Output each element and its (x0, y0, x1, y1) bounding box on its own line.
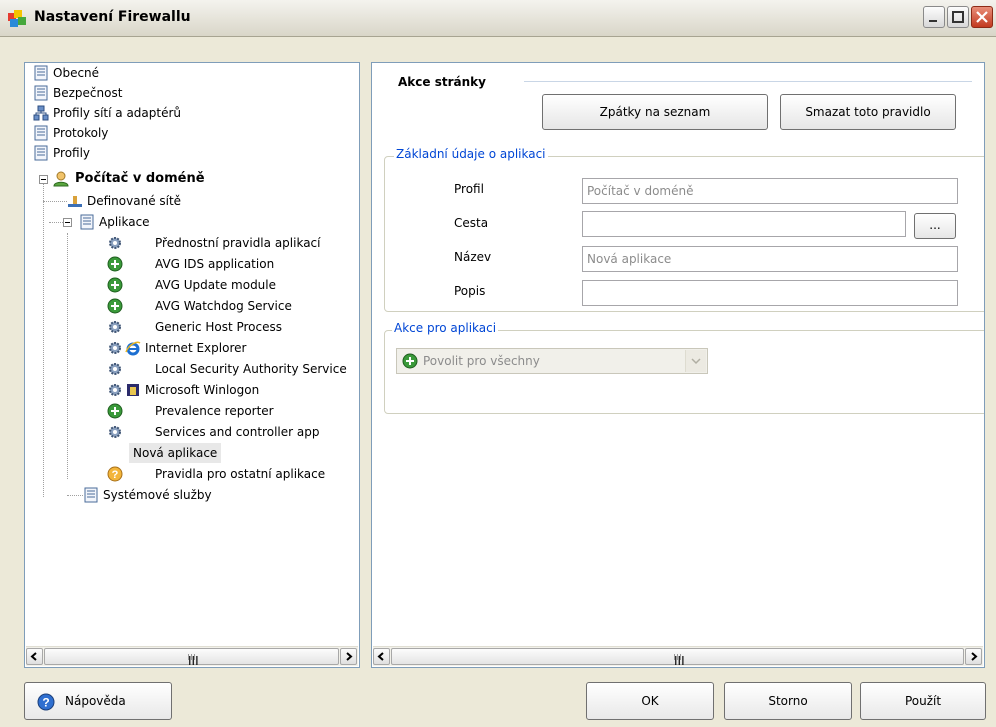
gear-icon (109, 426, 121, 438)
page-actions-title: Akce stránky (398, 75, 486, 89)
name-label: Název (454, 250, 492, 264)
profile-label: Profil (454, 182, 484, 196)
window-title: Nastavení Firewallu (34, 9, 191, 25)
allow-icon (402, 353, 418, 369)
path-field[interactable] (582, 211, 906, 237)
question-icon: ? (107, 466, 123, 482)
help-label: Nápověda (65, 694, 126, 708)
detail-horizontal-scrollbar[interactable]: III (373, 646, 983, 668)
allow-icon (107, 403, 123, 419)
delete-rule-button[interactable]: Smazat toto pravidlo (780, 94, 956, 130)
description-field[interactable] (582, 280, 958, 306)
collapse-icon[interactable] (63, 218, 72, 227)
scrollbar-thumb[interactable]: III (391, 648, 964, 668)
svg-text:?: ? (112, 469, 119, 481)
avg-logo-icon (8, 9, 28, 29)
help-icon: ? (37, 693, 55, 711)
tree-connector (43, 179, 44, 497)
allow-icon (107, 256, 123, 272)
gear-icon (109, 363, 121, 375)
title-bar: Nastavení Firewallu (0, 0, 996, 37)
maximize-button[interactable] (947, 6, 969, 28)
allow-icon (107, 277, 123, 293)
application-detail-panel: Akce stránky Zpátky na seznam Smazat tot… (371, 62, 985, 668)
gear-icon (109, 342, 121, 354)
tree-connector (43, 201, 67, 202)
network-icon (33, 105, 49, 121)
scroll-right-button[interactable] (965, 648, 982, 665)
internet-explorer-icon (125, 341, 141, 356)
close-button[interactable] (971, 6, 993, 28)
scroll-left-button[interactable] (373, 648, 390, 665)
grip-icon: III (188, 654, 199, 668)
profile-field[interactable]: Počítač v doméně (582, 178, 958, 204)
scroll-right-button[interactable] (340, 648, 357, 665)
scrollbar-thumb[interactable]: III (44, 648, 339, 668)
apply-button[interactable]: Použít (860, 682, 986, 720)
user-icon (53, 171, 69, 187)
settings-tree-panel: Obecné Bezpečnost Profily sítí a adaptér… (24, 62, 360, 668)
document-icon (84, 487, 98, 503)
document-icon (34, 65, 48, 81)
grip-icon: III (674, 654, 685, 668)
allow-icon (107, 298, 123, 314)
name-field[interactable]: Nová aplikace (582, 246, 958, 272)
back-to-list-button[interactable]: Zpátky na seznam (542, 94, 768, 130)
help-button[interactable]: ? Nápověda (24, 682, 172, 720)
collapse-icon[interactable] (39, 175, 48, 184)
app-info-legend: Základní údaje o aplikaci (394, 147, 548, 161)
svg-text:?: ? (42, 696, 49, 710)
tree-connector (67, 495, 83, 496)
minimize-button[interactable] (923, 6, 945, 28)
chevron-down-icon[interactable] (685, 350, 706, 372)
gear-icon (109, 237, 121, 249)
scroll-left-button[interactable] (26, 648, 43, 665)
tree-connector (67, 233, 68, 479)
gear-icon (109, 384, 121, 396)
tree-horizontal-scrollbar[interactable]: III (26, 646, 358, 668)
network-icon (68, 196, 82, 207)
document-icon (34, 85, 48, 101)
document-icon (34, 145, 48, 161)
app-action-selected: Povolit pro všechny (423, 354, 540, 368)
app-action-legend: Akce pro aplikaci (392, 321, 499, 335)
divider (524, 81, 972, 82)
description-label: Popis (454, 284, 486, 298)
gear-icon (109, 321, 121, 333)
ok-button[interactable]: OK (586, 682, 714, 720)
app-action-select[interactable]: Povolit pro všechny (396, 348, 708, 374)
document-icon (34, 125, 48, 141)
browse-button[interactable]: ... (914, 213, 956, 239)
winlogon-icon (127, 384, 139, 396)
cancel-button[interactable]: Storno (724, 682, 852, 720)
path-label: Cesta (454, 216, 489, 230)
document-icon (80, 214, 94, 230)
